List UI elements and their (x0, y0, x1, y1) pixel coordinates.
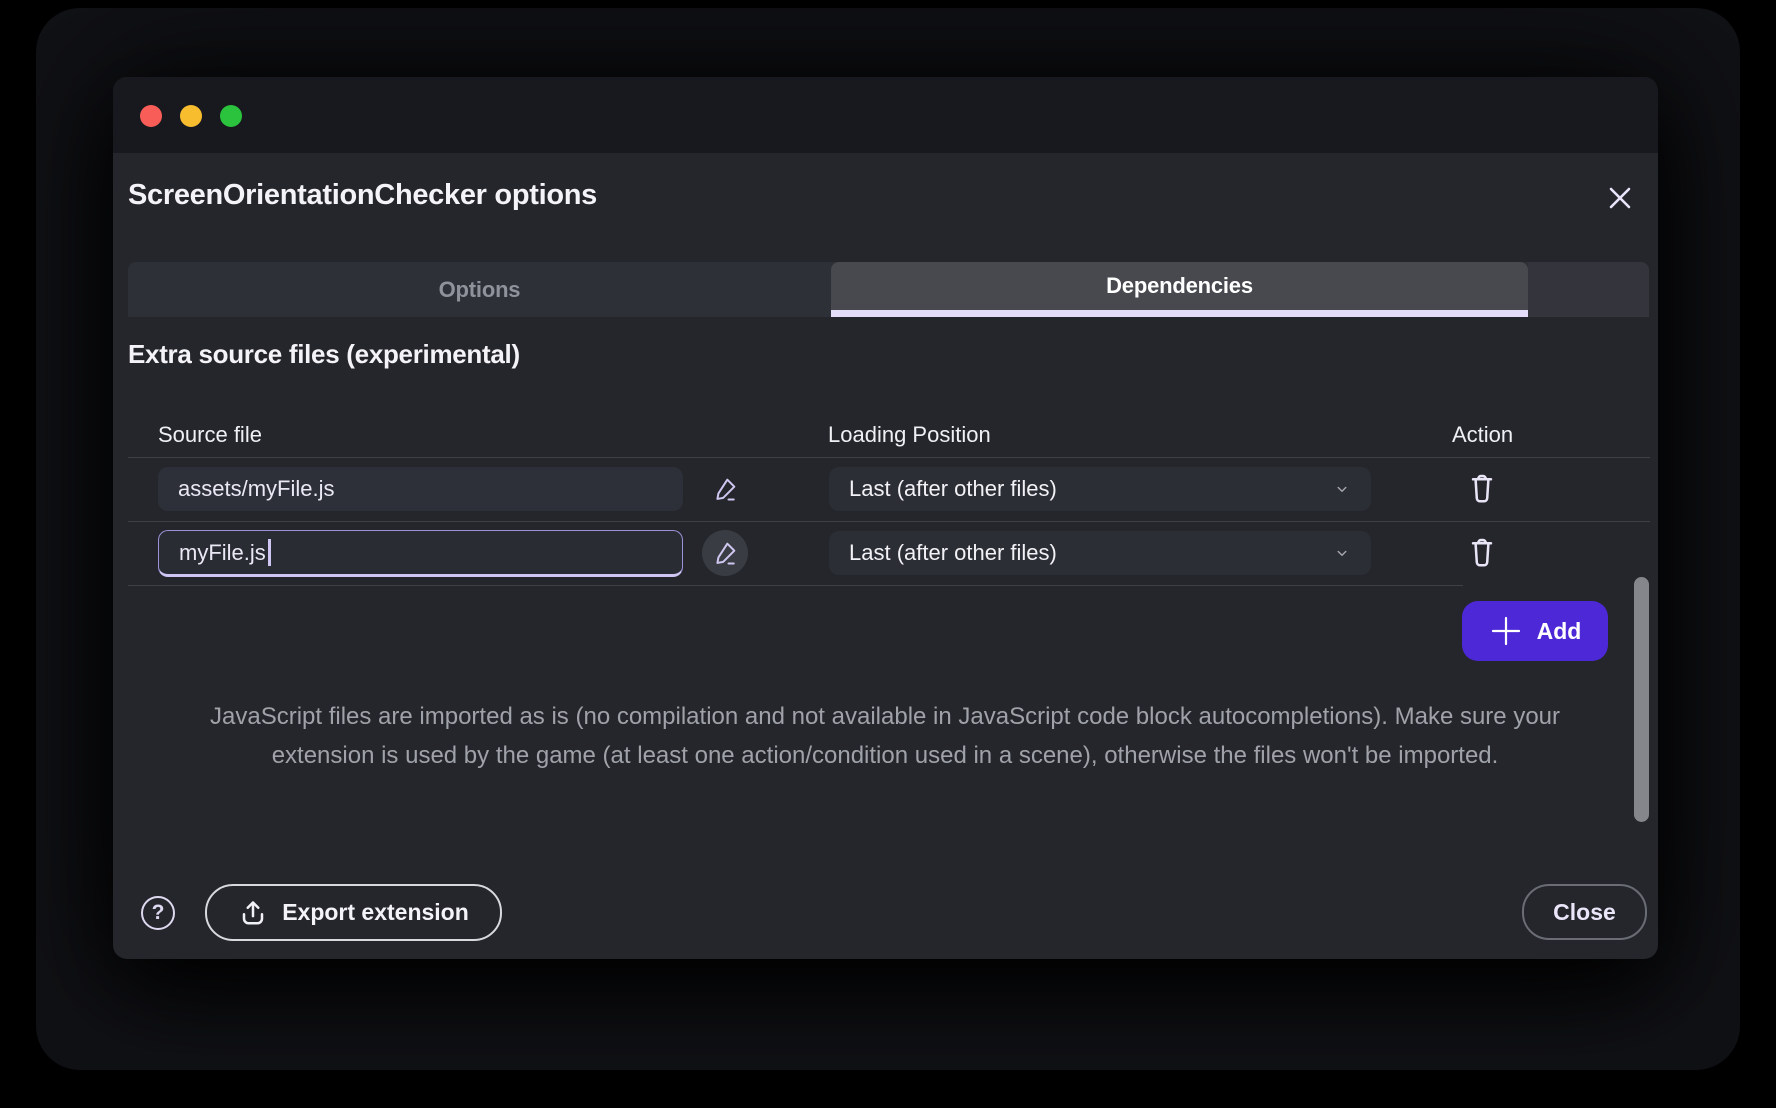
source-file-value: myFile.js (179, 540, 266, 566)
table-header-row: Source file Loading Position Action (128, 415, 1650, 458)
loading-position-value: Last (after other files) (849, 476, 1333, 502)
import-note-text: JavaScript files are imported as is (no … (205, 697, 1565, 775)
minimize-window-button[interactable] (180, 105, 202, 127)
edit-source-file-button[interactable] (702, 530, 748, 576)
tab-dependencies[interactable]: Dependencies (831, 262, 1528, 317)
extension-options-dialog: ScreenOrientationChecker options Options… (113, 77, 1658, 959)
table-row: assets/myFile.js Last (after other files… (128, 458, 1650, 522)
edit-source-file-button[interactable] (705, 469, 745, 509)
close-window-button[interactable] (140, 105, 162, 127)
question-mark-icon: ? (152, 901, 165, 925)
table-row: myFile.js Last (after other files) (128, 522, 1650, 585)
tab-options[interactable]: Options (128, 262, 831, 317)
plus-icon (1489, 614, 1523, 648)
section-title: Extra source files (experimental) (128, 339, 520, 370)
close-button[interactable]: Close (1522, 884, 1647, 940)
chevron-down-icon (1333, 544, 1351, 562)
tab-options-label: Options (439, 277, 521, 303)
close-button-label: Close (1553, 899, 1616, 926)
tab-bar-filler (1528, 262, 1649, 317)
page-title: ScreenOrientationChecker options (128, 177, 597, 213)
delete-row-button[interactable] (1460, 531, 1504, 575)
source-file-input-focused[interactable]: myFile.js (158, 530, 683, 577)
column-header-action: Action (1452, 415, 1513, 455)
loading-position-select[interactable]: Last (after other files) (829, 467, 1371, 511)
export-button-label: Export extension (282, 899, 469, 926)
export-extension-button[interactable]: Export extension (205, 884, 502, 941)
pen-icon (711, 475, 739, 503)
chevron-down-icon (1333, 480, 1351, 498)
column-header-loading-position: Loading Position (828, 415, 991, 455)
add-source-file-button[interactable]: Add (1462, 601, 1608, 661)
window-titlebar (113, 77, 1658, 153)
pen-icon (711, 539, 739, 567)
x-icon (1605, 183, 1635, 213)
table-bottom-divider (128, 585, 1463, 586)
help-button[interactable]: ? (141, 896, 175, 930)
text-cursor (268, 539, 271, 566)
tab-dependencies-label: Dependencies (1106, 273, 1253, 299)
close-dialog-button[interactable] (1601, 179, 1639, 217)
loading-position-select[interactable]: Last (after other files) (829, 531, 1371, 575)
vertical-scrollbar[interactable] (1634, 577, 1649, 822)
column-header-source-file: Source file (158, 415, 262, 455)
source-file-input[interactable]: assets/myFile.js (158, 467, 683, 511)
tab-bar: Options Dependencies (128, 262, 1649, 317)
trash-icon (1466, 536, 1498, 570)
screen: ScreenOrientationChecker options Options… (0, 0, 1776, 1108)
trash-icon (1466, 472, 1498, 506)
upload-icon (238, 898, 268, 928)
loading-position-value: Last (after other files) (849, 540, 1333, 566)
source-file-value: assets/myFile.js (178, 476, 334, 502)
delete-row-button[interactable] (1460, 467, 1504, 511)
add-button-label: Add (1537, 618, 1582, 645)
zoom-window-button[interactable] (220, 105, 242, 127)
